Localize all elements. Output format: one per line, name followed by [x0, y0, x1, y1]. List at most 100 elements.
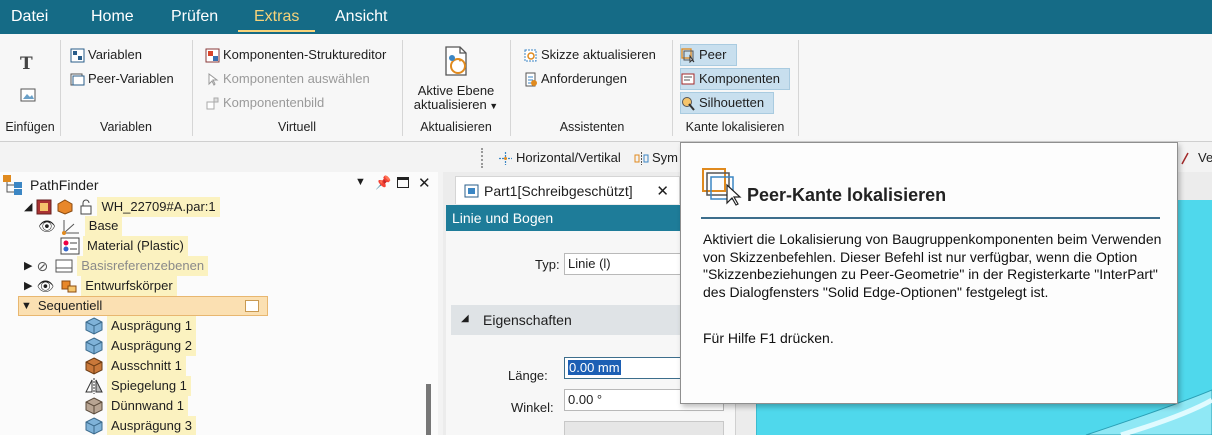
group-label-kante: Kante lokalisieren — [685, 120, 785, 134]
tree-item-base[interactable]: 👁 Base — [38, 216, 123, 236]
group-separator — [510, 40, 511, 136]
toolbar-grip[interactable] — [481, 148, 485, 168]
ribbon: T Einfügen Variablen Peer-Variablen Vari… — [0, 34, 1212, 142]
komponentenbild-label: Komponentenbild — [223, 95, 325, 110]
dropdown-arrow-icon: ▼ — [486, 101, 499, 111]
tree-item-basisref[interactable]: ▶ ⊘ Basisreferenzebenen — [24, 256, 209, 276]
tree-item-feature[interactable]: Ausprägung 1 — [84, 316, 196, 336]
close-icon[interactable]: ✕ — [418, 174, 431, 192]
visibility-eye-icon[interactable]: 👁 — [38, 216, 56, 236]
tree-item-entwurf[interactable]: ▶ 👁 Entwurfskörper — [24, 276, 177, 296]
peer-variablen-label: Peer-Variablen — [88, 71, 174, 86]
expand-arrow-icon[interactable]: ◢ — [24, 197, 32, 217]
svg-text:T: T — [20, 54, 33, 74]
image-insert-button[interactable] — [18, 86, 38, 106]
visibility-eye-icon[interactable]: 👁 — [36, 276, 54, 296]
material-icon — [60, 237, 80, 255]
peer-variablen-button[interactable]: Peer-Variablen — [70, 68, 174, 90]
tab-home[interactable]: Home — [91, 6, 134, 32]
aktive-ebene-aktualisieren-button[interactable]: Aktive Ebene aktualisieren ▼ — [410, 44, 502, 118]
protrusion-icon — [85, 317, 103, 335]
variablen-button[interactable]: Variablen — [70, 44, 142, 66]
pathfinder-title: PathFinder — [30, 177, 99, 193]
komponenten-strukturedit-button[interactable]: Komponenten-Struktureditor — [205, 44, 386, 66]
tree-item-root[interactable]: ◢ WH_22709#A.par:1 — [24, 197, 220, 217]
tab-datei[interactable]: Datei — [11, 6, 48, 32]
structure-editor-icon — [205, 48, 220, 62]
pathfinder-scrollbar[interactable] — [426, 384, 431, 435]
symmetrie-button[interactable]: Sym — [634, 147, 678, 169]
tree-label-feature-6: Ausprägung 3 — [107, 416, 196, 435]
picture-icon — [20, 88, 36, 102]
cutout-icon — [85, 357, 103, 375]
hidden-eye-icon[interactable]: ⊘ — [36, 256, 48, 276]
tree-item-feature[interactable]: Ausschnitt 1 — [84, 356, 186, 376]
group-separator — [672, 40, 673, 136]
anforderungen-button[interactable]: Anforderungen — [523, 68, 627, 90]
tab-pruefen[interactable]: Prüfen — [171, 6, 218, 32]
skizze-aktualisieren-button[interactable]: Skizze aktualisieren — [523, 44, 656, 66]
tree-item-feature[interactable]: Spiegelung 1 — [84, 376, 191, 396]
tree-label-material: Material (Plastic) — [83, 236, 188, 256]
tree-item-material[interactable]: Material (Plastic) — [60, 236, 188, 256]
text-insert-button[interactable]: T — [16, 52, 40, 74]
komponentenbild-button[interactable]: Komponentenbild — [205, 92, 324, 114]
collapsed-arrow-icon[interactable]: ▶ — [24, 256, 32, 276]
pathfinder-menu-icon[interactable]: ▼ — [355, 176, 366, 188]
peer-button[interactable]: Peer — [680, 44, 737, 66]
komponenten-auswaehlen-button[interactable]: Komponenten auswählen — [205, 68, 370, 90]
variable-table-icon — [70, 48, 85, 62]
tree-item-feature[interactable]: Dünnwand 1 — [84, 396, 188, 416]
horizontal-vertikal-button[interactable]: Horizontal/Vertikal — [498, 147, 621, 169]
text-icon: T — [20, 54, 33, 74]
tree-item-feature[interactable]: Ausprägung 3 — [84, 416, 196, 435]
tooltip-divider — [701, 217, 1160, 219]
symmetrie-label: Sym — [652, 150, 678, 165]
komponenten-label: Komponenten — [699, 71, 780, 86]
ve-button[interactable]: Ve — [1180, 147, 1212, 169]
group-separator — [192, 40, 193, 136]
pin-icon[interactable]: 📌 — [375, 175, 391, 191]
relation-icon — [1181, 152, 1189, 164]
group-label-aktualisieren: Aktualisieren — [420, 120, 492, 134]
komponenten-edge-button[interactable]: Komponenten — [680, 68, 790, 90]
silhouette-icon — [682, 96, 695, 111]
peer-edge-large-icon — [702, 168, 742, 206]
tree-label-feature-2: Ausprägung 2 — [107, 336, 196, 356]
refresh-plane-icon — [445, 46, 467, 76]
document-tab[interactable]: Part1[Schreibgeschützt] ✕ — [455, 176, 680, 204]
aktive-ebene-label-1: Aktive Ebene — [417, 83, 495, 98]
eigenschaften-label: Eigenschaften — [483, 312, 572, 328]
peer-edge-icon — [681, 47, 695, 63]
skizze-label: Skizze aktualisieren — [541, 47, 656, 62]
menu-bar: Datei Home Prüfen Extras Ansicht — [0, 0, 1212, 34]
tab-extras[interactable]: Extras — [238, 6, 316, 32]
ve-label: Ve — [1198, 150, 1212, 165]
tree-item-sequentiell[interactable]: ▼ Sequentiell — [18, 296, 268, 316]
group-separator — [798, 40, 799, 136]
peer-edge-tooltip: Peer-Kante lokalisieren Aktiviert die Lo… — [680, 142, 1178, 404]
section-collapse-icon[interactable]: ◢ — [461, 313, 469, 324]
document-tab-label: Part1[Schreibgeschützt] — [484, 182, 633, 199]
component-image-icon — [206, 97, 219, 109]
tree-label-feature-4: Spiegelung 1 — [107, 376, 191, 396]
maximize-icon[interactable] — [397, 177, 409, 188]
collapsed-arrow-icon[interactable]: ▶ — [24, 276, 32, 296]
protrusion-icon — [85, 417, 103, 435]
components-edge-icon — [681, 73, 695, 84]
close-tab-icon[interactable]: ✕ — [656, 182, 669, 200]
aktive-ebene-label-2: aktualisieren ▼ — [413, 97, 499, 112]
cube-icon — [57, 199, 73, 215]
part-document-icon — [464, 184, 479, 197]
winkel-label: Winkel: — [511, 400, 554, 415]
expanded-arrow-icon[interactable]: ▼ — [21, 296, 32, 316]
design-body-icon — [61, 280, 77, 293]
requirements-icon — [525, 72, 537, 86]
tree-label-feature-5: Dünnwand 1 — [107, 396, 188, 416]
variablen-label: Variablen — [88, 47, 142, 62]
tab-ansicht[interactable]: Ansicht — [335, 6, 387, 32]
checkbox-icon[interactable] — [245, 300, 259, 312]
tree-item-feature[interactable]: Ausprägung 2 — [84, 336, 196, 356]
symmetry-icon — [634, 151, 649, 165]
silhouetten-button[interactable]: Silhouetten — [680, 92, 774, 114]
